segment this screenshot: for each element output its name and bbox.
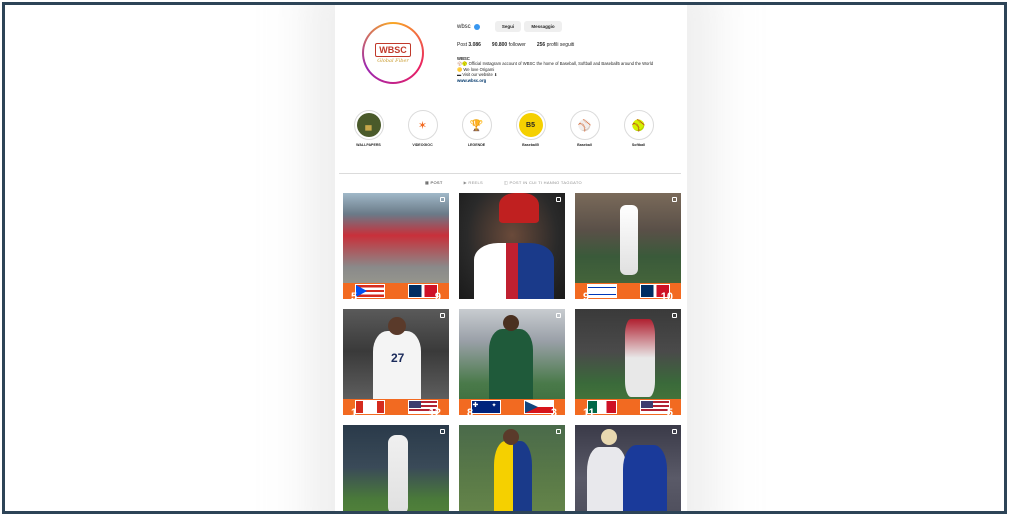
following-count[interactable]: 256 profili seguiti bbox=[537, 42, 575, 48]
czech-flag-icon bbox=[523, 400, 554, 414]
puerto-rico-flag-icon bbox=[354, 284, 385, 298]
highlight-baseball5[interactable]: B5 Baseball5 bbox=[513, 110, 548, 147]
website-link[interactable]: www.wbsc.org bbox=[457, 78, 683, 83]
carousel-icon bbox=[556, 313, 561, 318]
carousel-icon bbox=[556, 197, 561, 202]
verified-badge-icon bbox=[473, 24, 480, 30]
carousel-icon bbox=[440, 429, 445, 434]
tabs-divider bbox=[339, 173, 681, 174]
carousel-icon bbox=[672, 197, 677, 202]
wbsc-logo: WBSC bbox=[375, 42, 411, 57]
highlight-softball[interactable]: 🥎 Softball bbox=[621, 110, 656, 147]
instagram-profile-page: WBSC Global Fiber wbsc Segui Messaggio P… bbox=[335, 5, 687, 511]
canada-flag-icon bbox=[354, 400, 385, 414]
profile-bio: WBSC ⚾🥎 Official Instagram account of WB… bbox=[457, 56, 683, 83]
tab-tagged[interactable]: ◫ POST IN CUI TI HANNO TAGGATO bbox=[504, 180, 582, 185]
highlight-videogioc[interactable]: ✶ VIDEOGIOC bbox=[405, 110, 440, 147]
post-thumbnail[interactable] bbox=[575, 425, 681, 511]
post-thumbnail[interactable] bbox=[459, 193, 565, 299]
highlight-baseball[interactable]: ⚾ Baseball bbox=[567, 110, 602, 147]
israel-flag-icon bbox=[586, 284, 617, 298]
baseball5-icon: B5 bbox=[518, 113, 543, 137]
batter-icon: ⚾ bbox=[572, 113, 597, 137]
profile-stats: Post 3.086 90.800 follower 256 profili s… bbox=[457, 42, 574, 48]
tab-post[interactable]: ▦ POST bbox=[425, 180, 443, 185]
message-button[interactable]: Messaggio bbox=[524, 21, 562, 32]
dominican-flag-icon bbox=[407, 284, 438, 298]
carousel-icon bbox=[440, 197, 445, 202]
profile-tabs: ▦ POST ▶ REELS ◫ POST IN CUI TI HANNO TA… bbox=[425, 180, 582, 185]
post-thumbnail[interactable] bbox=[343, 425, 449, 511]
post-thumbnail[interactable]: ✚ ✦ 8 3 bbox=[459, 309, 565, 415]
highlight-legende[interactable]: 🏆 LEGENDE bbox=[459, 110, 494, 147]
usa-flag-icon bbox=[639, 400, 670, 414]
post-thumbnail[interactable]: 5 9 bbox=[343, 193, 449, 299]
profile-avatar[interactable]: WBSC Global Fiber bbox=[362, 22, 424, 84]
posts-grid: 5 9 9 10 27 1 12 ✚ ✦ 8 3 11 5 bbox=[343, 193, 681, 511]
story-highlights: ▄ WALLPAPERS ✶ VIDEOGIOC 🏆 LEGENDE B5 Ba… bbox=[351, 110, 671, 147]
carousel-icon bbox=[556, 429, 561, 434]
carousel-icon bbox=[440, 313, 445, 318]
post-thumbnail[interactable]: 9 10 bbox=[575, 193, 681, 299]
field-icon: ▄ bbox=[356, 113, 381, 137]
follow-button[interactable]: Segui bbox=[495, 21, 521, 32]
followers-count[interactable]: 90.800 follower bbox=[492, 42, 526, 48]
posts-count: Post 3.086 bbox=[457, 42, 481, 48]
australia-flag-icon: ✚ ✦ bbox=[470, 400, 501, 414]
tab-reels[interactable]: ▶ REELS bbox=[464, 180, 483, 185]
screenshot-frame: WBSC Global Fiber wbsc Segui Messaggio P… bbox=[2, 2, 1007, 514]
trophy-icon: 🏆 bbox=[464, 113, 489, 137]
post-thumbnail[interactable]: 27 1 12 bbox=[343, 309, 449, 415]
post-thumbnail[interactable] bbox=[459, 425, 565, 511]
profile-username: wbsc bbox=[457, 24, 480, 30]
carousel-icon bbox=[672, 313, 677, 318]
post-thumbnail[interactable]: 11 5 bbox=[575, 309, 681, 415]
pitcher-icon: 🥎 bbox=[626, 113, 651, 137]
carousel-icon bbox=[672, 429, 677, 434]
player-icon: ✶ bbox=[410, 113, 435, 137]
highlight-wallpapers[interactable]: ▄ WALLPAPERS bbox=[351, 110, 386, 147]
